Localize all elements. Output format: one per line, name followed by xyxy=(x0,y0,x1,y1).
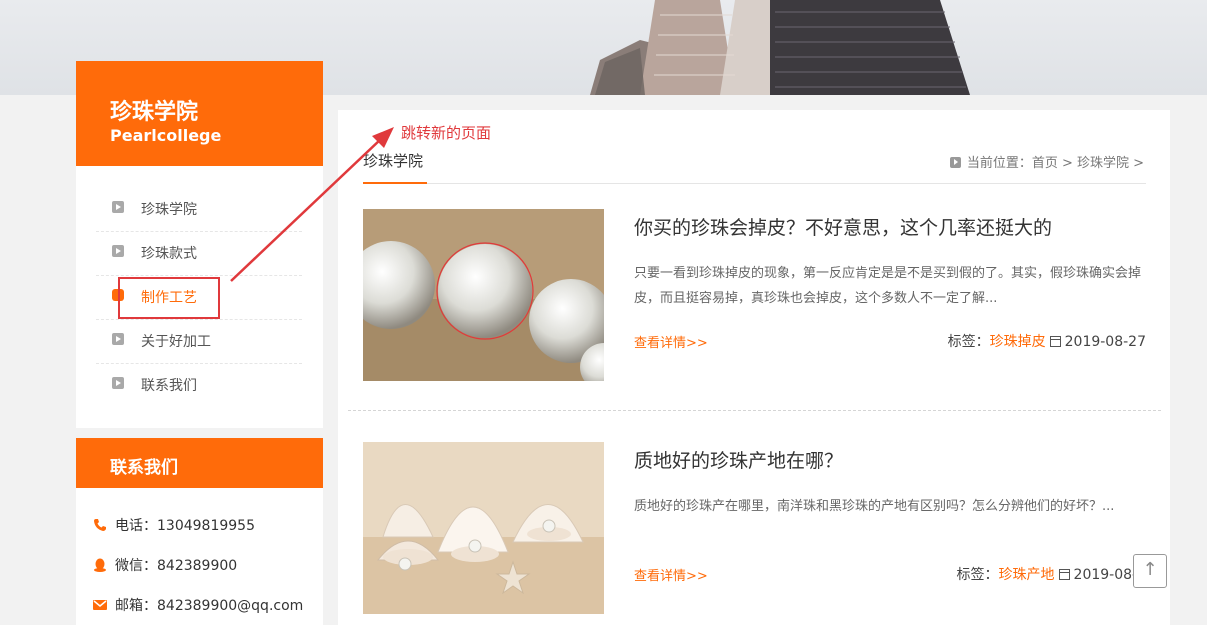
breadcrumb-text[interactable]: 当前位置：首页 > 珍珠学院 > xyxy=(967,156,1144,171)
phone-icon xyxy=(94,519,106,531)
article-thumbnail[interactable] xyxy=(363,442,604,614)
annotation-label: 跳转新的页面 xyxy=(401,124,492,142)
article-tag[interactable]: 珍珠产地 xyxy=(999,567,1055,583)
sidebar-item-label: 联系我们 xyxy=(141,378,197,394)
contact-email-row: 邮箱：842389900@qq.com xyxy=(93,595,303,615)
calendar-icon xyxy=(1058,569,1070,580)
main-content: 珍珠学院 当前位置：首页 > 珍珠学院 > 你买的珍珠会掉皮？不好意思，这个几率… xyxy=(338,110,1170,625)
calendar-icon xyxy=(1049,336,1061,347)
sidebar-item-label: 珍珠款式 xyxy=(141,246,197,262)
article-meta: 标签：珍珠掉皮 2019-08-27 xyxy=(948,331,1146,351)
contact-panel: 电话：13049819955 微信：842389900 邮箱：842389900… xyxy=(76,488,323,625)
article-summary: 质地好的珍珠产在哪里，南洋珠和黑珍珠的产地有区别吗？怎么分辨他们的好坏？... xyxy=(634,499,1115,514)
sidebar-item-about[interactable]: 关于好加工 xyxy=(96,319,302,364)
read-more-link[interactable]: 查看详情>> xyxy=(634,332,708,351)
contact-wechat-row: 微信：842389900 xyxy=(93,555,237,575)
contact-title: 联系我们 xyxy=(110,458,178,478)
contact-wechat: 微信：842389900 xyxy=(115,558,238,574)
back-to-top-button[interactable]: ↑ xyxy=(1133,554,1167,588)
article-tag[interactable]: 珍珠掉皮 xyxy=(990,334,1046,350)
play-arrow-icon xyxy=(112,333,124,345)
title-underline xyxy=(363,182,427,184)
location-arrow-icon xyxy=(949,157,961,168)
article-meta: 标签：珍珠产地 2019-08-2 xyxy=(957,564,1146,584)
contact-phone-row: 电话：13049819955 xyxy=(93,515,255,535)
article-summary: 只要一看到珍珠掉皮的现象，第一反应肯定是是不是买到假的了。其实，假珍珠确实会掉皮… xyxy=(634,266,1142,306)
tag-label: 标签： xyxy=(947,334,990,350)
contact-phone: 电话：13049819955 xyxy=(115,518,255,534)
sidebar-header: 珍珠学院 Pearlcollege xyxy=(76,61,323,166)
sidebar-item-label: 珍珠学院 xyxy=(141,202,197,218)
read-more-link[interactable]: 查看详情>> xyxy=(634,565,708,584)
sidebar-item-contact[interactable]: 联系我们 xyxy=(96,363,302,407)
breadcrumb: 当前位置：首页 > 珍珠学院 > xyxy=(949,152,1144,171)
sidebar-item-pearl-styles[interactable]: 珍珠款式 xyxy=(96,231,302,276)
article-title[interactable]: 质地好的珍珠产地在哪？ xyxy=(634,446,843,473)
contact-header: 联系我们 xyxy=(76,438,323,488)
arrow-up-icon: ↑ xyxy=(1142,559,1158,580)
annotation-highlight-box xyxy=(118,277,220,319)
sidebar-subtitle: Pearlcollege xyxy=(110,126,222,145)
mail-icon xyxy=(93,600,107,610)
tag-label: 标签： xyxy=(956,567,999,583)
play-arrow-icon xyxy=(112,201,124,213)
sidebar-item-pearl-college[interactable]: 珍珠学院 xyxy=(96,187,302,232)
title-divider xyxy=(363,183,1146,184)
play-arrow-icon xyxy=(112,245,124,257)
article-date: 2019-08-27 xyxy=(1064,334,1146,350)
play-arrow-icon xyxy=(112,377,124,389)
qq-icon xyxy=(94,558,106,572)
article-divider xyxy=(348,410,1161,411)
sidebar-item-label: 关于好加工 xyxy=(141,334,211,350)
page-title: 珍珠学院 xyxy=(363,152,424,170)
sidebar-title: 珍珠学院 xyxy=(110,100,199,125)
article-thumbnail[interactable] xyxy=(363,209,604,381)
contact-email: 邮箱：842389900@qq.com xyxy=(115,598,304,614)
article-title[interactable]: 你买的珍珠会掉皮？不好意思，这个几率还挺大的 xyxy=(634,213,1052,240)
